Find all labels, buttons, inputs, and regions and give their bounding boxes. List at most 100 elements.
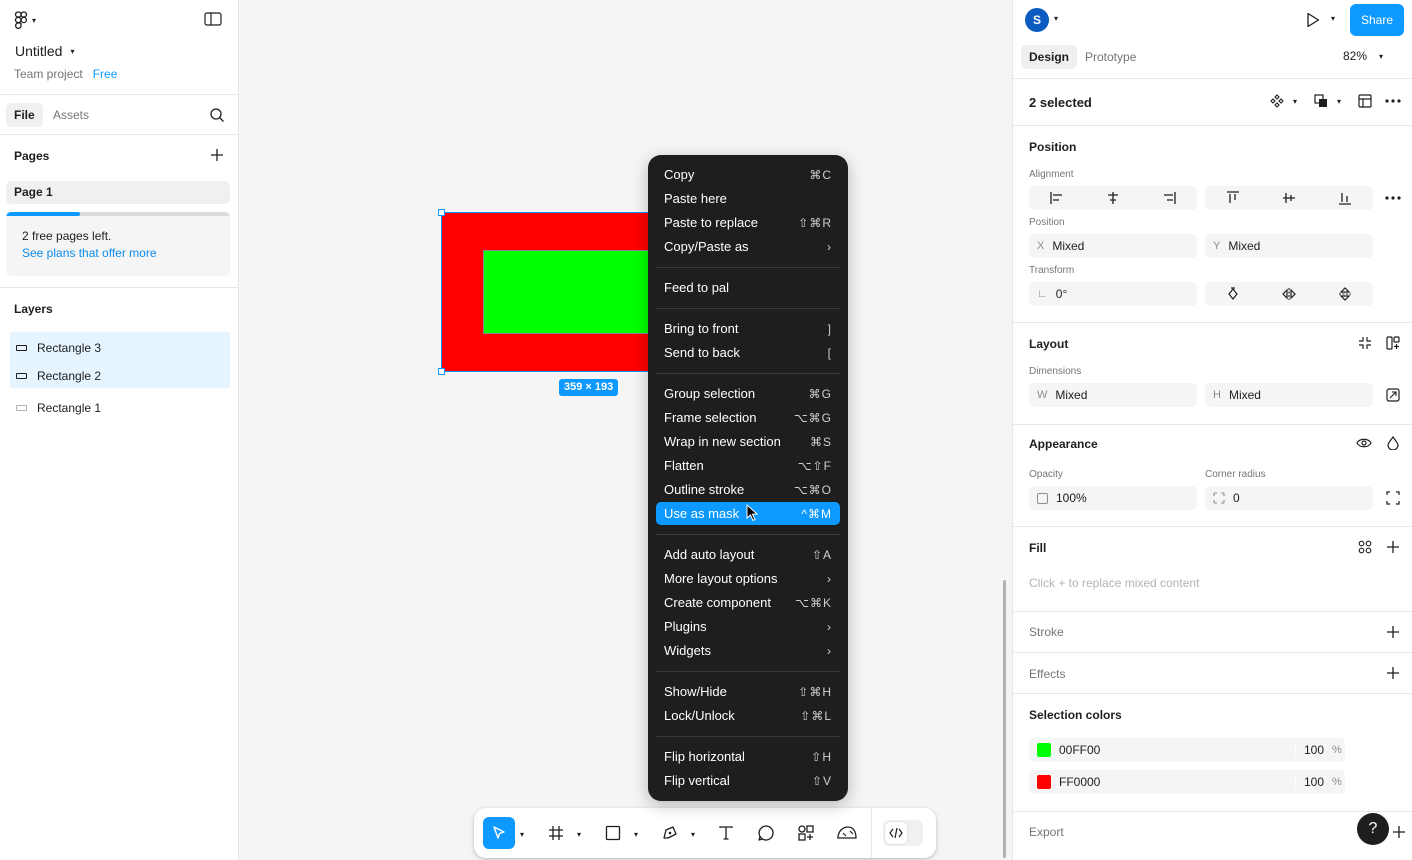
menu-item-feed-to-pal[interactable]: Feed to pal xyxy=(656,276,840,299)
menu-item-label: Outline stroke xyxy=(664,482,745,497)
menu-item-paste-here[interactable]: Paste here xyxy=(656,187,840,210)
chevron-down-icon[interactable]: ▾ xyxy=(1054,14,1058,23)
text-tool-button[interactable] xyxy=(714,817,738,849)
chevron-down-icon[interactable]: ▾ xyxy=(577,830,581,839)
more-alignment-icon[interactable] xyxy=(1383,188,1403,208)
tab-prototype[interactable]: Prototype xyxy=(1077,45,1144,69)
chevron-down-icon[interactable]: ▾ xyxy=(1293,97,1297,106)
mask-icon[interactable] xyxy=(1355,91,1375,111)
y-position-field[interactable]: Y Mixed xyxy=(1205,234,1373,258)
corner-radius-field[interactable]: 0 xyxy=(1205,486,1373,510)
ai-tool-button[interactable] xyxy=(834,817,860,849)
menu-item-add-auto-layout[interactable]: Add auto layout ⇧A xyxy=(656,543,840,566)
pen-tool-button[interactable] xyxy=(658,817,682,849)
move-tool-button[interactable] xyxy=(483,817,515,849)
toolbar-divider xyxy=(871,808,872,858)
constrain-proportions-icon[interactable] xyxy=(1383,385,1403,405)
chevron-down-icon[interactable]: ▾ xyxy=(634,830,638,839)
eye-icon[interactable] xyxy=(1354,433,1374,453)
selection-color-row[interactable]: FF0000 100 % xyxy=(1029,770,1345,794)
add-stroke-icon[interactable] xyxy=(1383,622,1403,642)
canvas[interactable]: 359 × 193 xyxy=(240,0,1012,860)
layer-row-rectangle-2[interactable]: Rectangle 2 xyxy=(10,364,230,388)
resize-handle[interactable] xyxy=(438,209,445,216)
actions-tool-button[interactable] xyxy=(794,817,818,849)
align-center-h-icon[interactable] xyxy=(1085,186,1141,210)
menu-item-copy-paste-as[interactable]: Copy/Paste as › xyxy=(656,235,840,258)
add-effect-icon[interactable] xyxy=(1383,663,1403,683)
menu-item-flip-vertical[interactable]: Flip vertical ⇧V xyxy=(656,769,840,792)
align-left-icon[interactable] xyxy=(1029,186,1085,210)
comment-tool-button[interactable] xyxy=(754,817,778,849)
align-top-icon[interactable] xyxy=(1205,186,1261,210)
auto-layout-icon[interactable] xyxy=(1383,333,1403,353)
menu-item-paste-to-replace[interactable]: Paste to replace ⇧⌘R xyxy=(656,211,840,234)
rotate-icon[interactable] xyxy=(1205,282,1261,306)
boolean-icon[interactable] xyxy=(1311,91,1331,111)
align-middle-icon[interactable] xyxy=(1261,186,1317,210)
resize-handle[interactable] xyxy=(438,368,445,375)
menu-item-frame-selection[interactable]: Frame selection ⌥⌘G xyxy=(656,406,840,429)
menu-item-bring-to-front[interactable]: Bring to front] xyxy=(656,317,840,340)
add-fill-icon[interactable] xyxy=(1383,537,1403,557)
flip-horizontal-icon[interactable] xyxy=(1261,282,1317,306)
menu-item-flip-horizontal[interactable]: Flip horizontal ⇧H xyxy=(656,745,840,768)
align-bottom-icon[interactable] xyxy=(1317,186,1373,210)
help-button[interactable]: ? xyxy=(1357,813,1389,845)
page-item-page-1[interactable]: Page 1 xyxy=(6,181,230,204)
menu-item-create-component[interactable]: Create component ⌥⌘K xyxy=(656,591,840,614)
chevron-down-icon[interactable]: ▾ xyxy=(1331,14,1335,23)
align-right-icon[interactable] xyxy=(1141,186,1197,210)
add-export-icon[interactable] xyxy=(1389,822,1409,842)
plan-badge[interactable]: Free xyxy=(93,67,118,81)
tab-file[interactable]: File xyxy=(6,103,43,127)
flip-vertical-icon[interactable] xyxy=(1317,282,1373,306)
menu-item-copy[interactable]: Copy ⌘C xyxy=(656,163,840,186)
menu-item-show-hide[interactable]: Show/Hide ⇧⌘H xyxy=(656,680,840,703)
menu-item-send-to-back[interactable]: Send to back [ xyxy=(656,341,840,364)
height-field[interactable]: H Mixed xyxy=(1205,383,1373,407)
rotation-field[interactable]: ∟ 0° xyxy=(1029,282,1197,306)
menu-item-plugins[interactable]: Plugins › xyxy=(656,615,840,638)
width-field[interactable]: W Mixed xyxy=(1029,383,1197,407)
menu-item-widgets[interactable]: Widgets › xyxy=(656,639,840,662)
sidebar-toggle-icon[interactable] xyxy=(204,12,222,26)
tab-assets[interactable]: Assets xyxy=(45,103,97,127)
zoom-dropdown[interactable]: 82% ▾ xyxy=(1343,49,1383,63)
chevron-down-icon[interactable]: ▾ xyxy=(520,830,524,839)
layer-row-rectangle-3[interactable]: Rectangle 3 xyxy=(10,332,230,364)
collapse-layout-icon[interactable] xyxy=(1355,333,1375,353)
color-swatch[interactable] xyxy=(1037,775,1051,789)
color-swatch[interactable] xyxy=(1037,743,1051,757)
component-icon[interactable] xyxy=(1267,91,1287,111)
present-play-icon[interactable] xyxy=(1303,10,1323,30)
independent-corners-icon[interactable] xyxy=(1383,488,1403,508)
tab-design[interactable]: Design xyxy=(1021,45,1078,69)
chevron-down-icon[interactable]: ▾ xyxy=(1337,97,1341,106)
more-options-icon[interactable] xyxy=(1383,91,1403,111)
avatar[interactable]: S xyxy=(1025,8,1049,32)
share-button[interactable]: Share xyxy=(1350,4,1404,36)
x-position-field[interactable]: X Mixed xyxy=(1029,234,1197,258)
layer-row-rectangle-1[interactable]: Rectangle 1 xyxy=(10,392,230,424)
styles-grid-icon[interactable] xyxy=(1355,537,1375,557)
frame-tool-button[interactable] xyxy=(544,817,568,849)
menu-item-lock-unlock[interactable]: Lock/Unlock ⇧⌘L xyxy=(656,704,840,727)
menu-item-more-layout-options[interactable]: More layout options › xyxy=(656,567,840,590)
menu-item-flatten[interactable]: Flatten ⌥⇧F xyxy=(656,454,840,477)
menu-item-outline-stroke[interactable]: Outline stroke ⌥⌘O xyxy=(656,478,840,501)
chevron-down-icon[interactable]: ▾ xyxy=(691,830,695,839)
opacity-field[interactable]: 100% xyxy=(1029,486,1197,510)
search-icon[interactable] xyxy=(209,107,225,123)
blend-mode-drop-icon[interactable] xyxy=(1383,433,1403,453)
add-page-icon[interactable] xyxy=(210,148,224,162)
canvas-scrollbar[interactable] xyxy=(1003,580,1006,858)
selection-color-row[interactable]: 00FF00 100 % xyxy=(1029,738,1345,762)
dev-mode-toggle[interactable] xyxy=(883,820,923,846)
shape-tool-button[interactable] xyxy=(601,817,625,849)
menu-item-wrap-in-section[interactable]: Wrap in new section ⌘S xyxy=(656,430,840,453)
main-menu-button[interactable]: ▾ xyxy=(14,11,36,29)
see-plans-link[interactable]: See plans that offer more xyxy=(22,246,157,260)
menu-item-group-selection[interactable]: Group selection ⌘G xyxy=(656,382,840,405)
file-name[interactable]: Untitled ▾ xyxy=(15,43,74,59)
